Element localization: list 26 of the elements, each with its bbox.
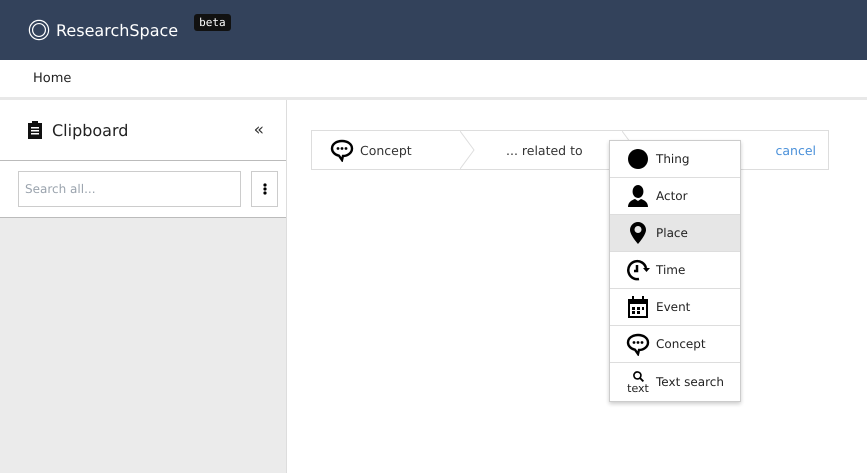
menu-item[interactable]: Concept — [610, 326, 740, 363]
more-icon — [262, 183, 266, 195]
icon-caption: text — [627, 383, 649, 394]
breadcrumb-step[interactable]: Concept — [312, 131, 460, 169]
more-button[interactable] — [251, 171, 278, 207]
collapse-button[interactable]: « — [254, 120, 264, 140]
beta-badge: beta — [194, 14, 231, 31]
logo-icon — [28, 19, 50, 41]
menu-item[interactable]: Thing — [610, 141, 740, 178]
menu-item[interactable]: text Text search — [610, 363, 740, 401]
calendar-icon — [626, 295, 650, 319]
clipboard-title: Clipboard — [52, 120, 130, 140]
menu-item[interactable]: Event — [610, 289, 740, 326]
menu-item[interactable]: Time — [610, 252, 740, 289]
menu-item[interactable]: Place — [610, 215, 740, 252]
speech-bubble-icon — [330, 138, 354, 162]
clipboard-icon — [28, 121, 42, 139]
clock-arrow-icon — [626, 258, 650, 282]
circle-icon — [626, 147, 650, 171]
search-icon — [632, 370, 644, 383]
speech-bubble-icon — [626, 332, 650, 356]
person-icon — [626, 184, 650, 208]
brand-name[interactable]: ResearchSpace — [56, 20, 178, 40]
menu-item[interactable]: Actor — [610, 178, 740, 215]
search-field[interactable]: Search all... — [18, 171, 241, 207]
home-link[interactable]: Home — [33, 71, 72, 86]
